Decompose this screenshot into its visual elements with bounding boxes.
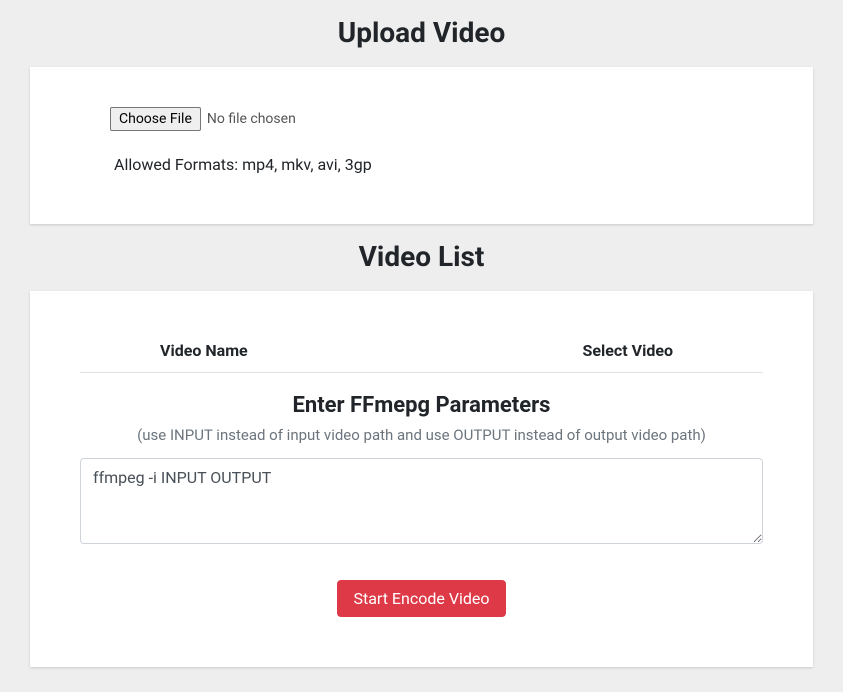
ffmpeg-params-hint: (use INPUT instead of input video path a… [80,426,763,444]
allowed-formats-text: Allowed Formats: mp4, mkv, avi, 3gp [114,155,733,174]
video-list-card: Video Name Select Video Enter FFmepg Par… [30,291,813,667]
encode-button-row: Start Encode Video [80,580,763,617]
file-input-row: Choose File No file chosen [110,107,733,131]
upload-title: Upload Video [30,16,813,49]
ffmpeg-params-input[interactable] [80,458,763,544]
column-video-name: Video Name [160,341,417,360]
start-encode-button[interactable]: Start Encode Video [337,580,505,617]
choose-file-button[interactable]: Choose File [110,107,201,131]
ffmpeg-params-title: Enter FFmepg Parameters [80,393,763,418]
upload-card: Choose File No file chosen Allowed Forma… [30,67,813,224]
video-table-header: Video Name Select Video [80,341,763,373]
column-select-video: Select Video [417,341,684,360]
file-status-text: No file chosen [207,111,296,127]
video-list-title: Video List [30,240,813,273]
